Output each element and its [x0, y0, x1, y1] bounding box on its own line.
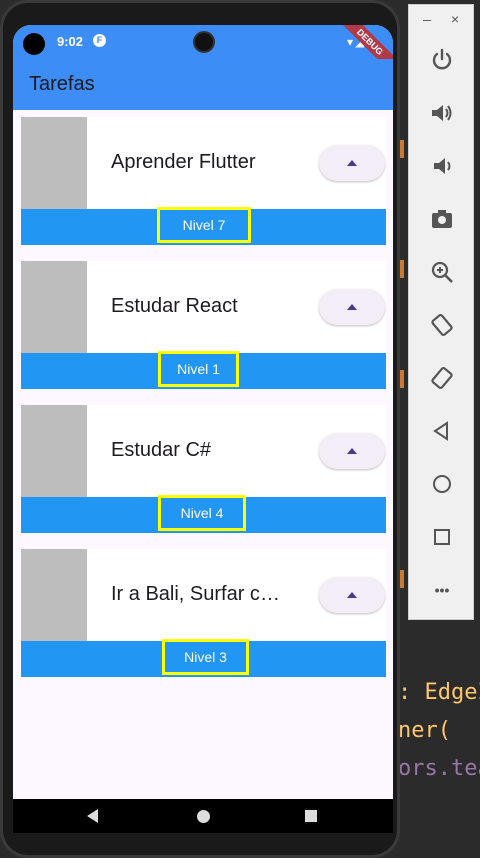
minimize-button[interactable]: –	[423, 11, 431, 27]
task-image-placeholder	[21, 405, 87, 497]
task-level-label: Nivel 1	[158, 351, 239, 387]
back-triangle-icon	[433, 421, 448, 441]
back-icon[interactable]	[87, 809, 98, 823]
notification-icon: F	[93, 34, 106, 47]
task-title: Estudar C#	[111, 439, 212, 461]
recents-icon[interactable]	[305, 810, 317, 822]
task-level-bar: Nivel 1	[21, 351, 386, 389]
task-image-placeholder	[21, 549, 87, 641]
task-header: Estudar C#	[21, 405, 386, 497]
back-button[interactable]	[425, 414, 459, 448]
camera-icon	[432, 210, 452, 228]
home-button[interactable]	[425, 467, 459, 501]
task-card: Estudar C# Nivel 4	[21, 405, 386, 535]
wifi-icon: ▾	[347, 35, 356, 49]
task-title: Estudar React	[111, 295, 238, 317]
task-level-bar: Nivel 7	[21, 207, 386, 245]
volume-down-icon	[434, 158, 451, 174]
task-image-placeholder	[21, 261, 87, 353]
rotate-right-button[interactable]	[425, 361, 459, 395]
app-bar: Tarefas	[13, 59, 393, 110]
task-level-label: Nivel 7	[157, 207, 251, 243]
task-level-label: Nivel 4	[158, 495, 246, 531]
status-time: 9:02	[57, 34, 84, 49]
phone-screen: 9:02 F ▾◢▮ DEBUG Tarefas Aprender Flutte…	[13, 25, 393, 833]
arrow-up-icon	[347, 304, 357, 310]
phone-frame: 9:02 F ▾◢▮ DEBUG Tarefas Aprender Flutte…	[0, 0, 400, 858]
level-up-button[interactable]	[319, 433, 385, 469]
arrow-up-icon	[347, 160, 357, 166]
overview-square-icon	[434, 529, 450, 545]
emulator-window-controls: – ×	[409, 5, 475, 35]
task-card: Aprender Flutter Nivel 7	[21, 117, 386, 247]
camera-hole	[23, 33, 45, 55]
screenshot-button[interactable]	[425, 202, 459, 236]
rotate-left-icon	[431, 313, 453, 337]
rotate-right-icon	[431, 366, 453, 390]
task-list: Aprender Flutter Nivel 7 Estudar React N…	[21, 117, 386, 693]
ide-code-line: ors.tea	[398, 756, 480, 781]
rotate-left-button[interactable]	[425, 308, 459, 342]
home-icon[interactable]	[197, 810, 210, 823]
volume-up-icon	[432, 105, 452, 121]
power-icon	[432, 48, 452, 70]
arrow-up-icon	[347, 592, 357, 598]
task-image-placeholder	[21, 117, 87, 209]
volume-down-button[interactable]	[425, 149, 459, 183]
arrow-up-icon	[347, 448, 357, 454]
close-button[interactable]: ×	[451, 11, 459, 27]
task-level-bar: Nivel 4	[21, 495, 386, 533]
navigation-bar	[13, 799, 393, 833]
task-card: Estudar React Nivel 1	[21, 261, 386, 391]
volume-up-button[interactable]	[425, 96, 459, 130]
zoom-icon	[431, 261, 453, 283]
zoom-button[interactable]	[425, 255, 459, 289]
level-up-button[interactable]	[319, 289, 385, 325]
status-bar: 9:02 F ▾◢▮ DEBUG	[13, 25, 393, 79]
task-header: Estudar React	[21, 261, 386, 353]
overview-button[interactable]	[425, 520, 459, 554]
emulator-toolbar: – × •••	[408, 4, 474, 620]
front-camera	[193, 31, 215, 53]
task-header: Ir a Bali, Surfar com a galera	[21, 549, 386, 641]
home-circle-icon	[433, 475, 451, 493]
page-title: Tarefas	[29, 73, 95, 95]
more-options-button[interactable]: •••	[425, 573, 459, 607]
level-up-button[interactable]	[319, 577, 385, 613]
task-card: Ir a Bali, Surfar com a galera Nivel 3	[21, 549, 386, 679]
task-level-bar: Nivel 3	[21, 639, 386, 677]
task-title: Ir a Bali, Surfar com a galera	[111, 583, 291, 605]
power-button[interactable]	[425, 43, 459, 77]
ide-code-line: : EdgeI	[398, 680, 480, 705]
task-level-label: Nivel 3	[162, 639, 249, 675]
ide-code-line: ner(	[398, 718, 451, 743]
level-up-button[interactable]	[319, 145, 385, 181]
task-header: Aprender Flutter	[21, 117, 386, 209]
task-title: Aprender Flutter	[111, 151, 256, 173]
